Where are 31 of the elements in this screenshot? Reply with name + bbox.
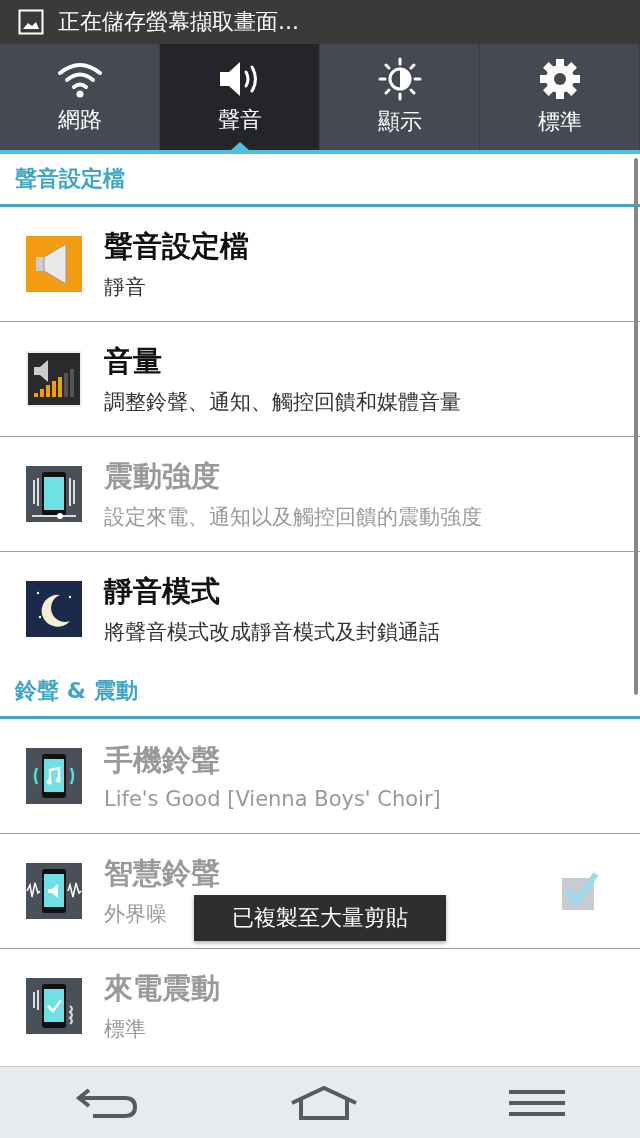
moon-icon [26,581,82,637]
section-header: 鈴聲 & 震動 [15,677,138,705]
row-subtitle: 靜音 [104,274,146,301]
notification-text: 正在儲存螢幕擷取畫面... [58,8,299,36]
row-subtitle: 標準 [104,1016,146,1043]
smart-ringtone-icon [26,863,82,919]
row-subtitle: 調整鈴聲、通知、觸控回饋和媒體音量 [104,389,461,416]
row-title: 手機鈴聲 [104,742,220,779]
vibration-icon [26,466,82,522]
row-title: 聲音設定檔 [104,228,249,265]
brightness-icon [377,57,422,101]
row-title: 震動強度 [104,458,220,495]
settings-icon [537,57,582,101]
settings-row[interactable]: 靜音模式 將聲音模式改成靜音模式及封鎖通話 [0,552,640,666]
row-title: 靜音模式 [104,573,220,610]
row-subtitle: 設定來電、通知以及觸控回饋的震動強度 [104,504,482,531]
row-title: 智慧鈴聲 [104,855,220,892]
section-header: 聲音設定檔 [15,165,125,193]
row-subtitle: 外界噪 [104,901,167,928]
toast-message: 已複製至大量剪貼 [194,895,446,941]
ringtone-icon [26,748,82,804]
vibrate-call-icon [26,978,82,1034]
volume-icon [26,351,82,407]
tab[interactable]: 聲音 [160,44,320,150]
row-title: 來電震動 [104,970,220,1007]
selected-indicator [230,142,249,150]
speaker-icon [26,236,82,292]
row-subtitle: Life's Good [Vienna Boys' Choir] [104,787,441,811]
row-title: 音量 [104,343,162,380]
image-icon [18,9,44,35]
row-subtitle: 將聲音模式改成靜音模式及封鎖通話 [104,619,440,646]
